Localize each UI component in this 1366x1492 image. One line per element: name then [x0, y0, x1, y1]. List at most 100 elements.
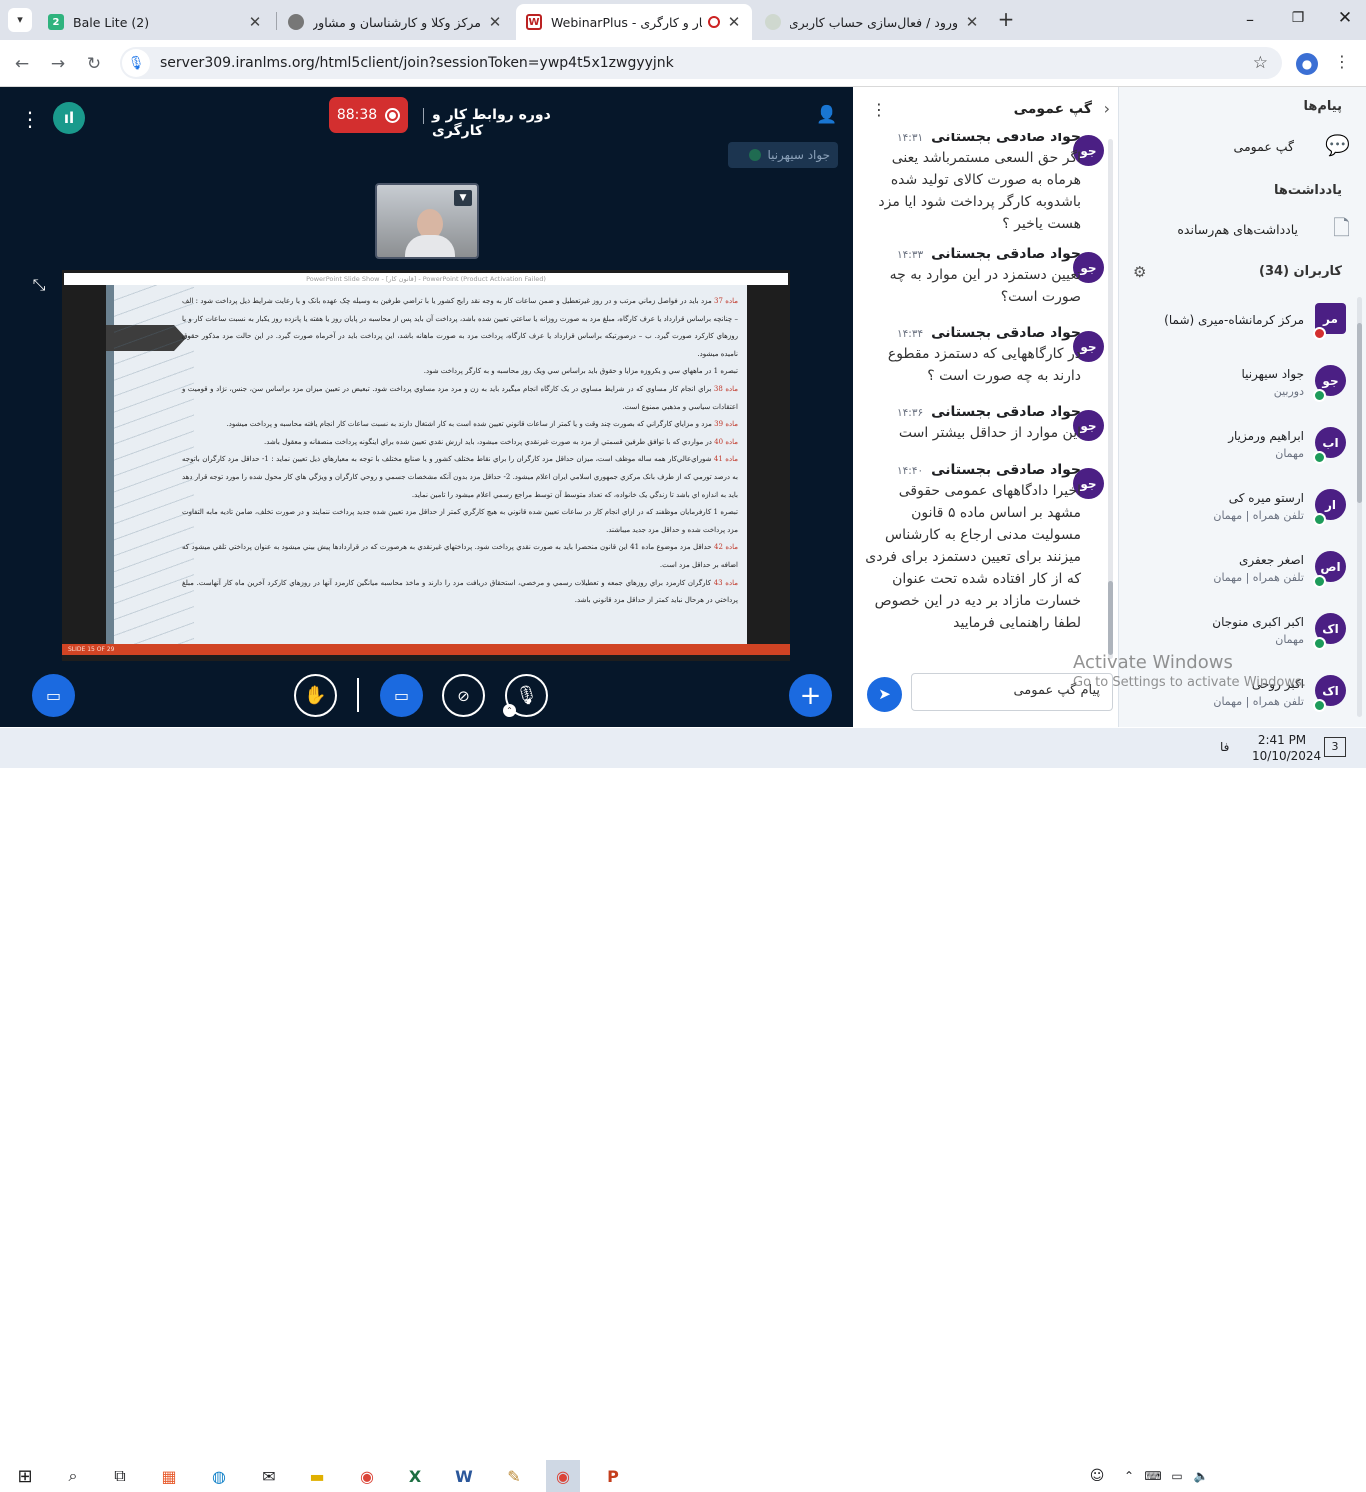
slide-canvas: ماده 37 مزد بايد در فواصل زماني مرتب و د… — [106, 285, 747, 645]
url-field[interactable]: 🎙 server309.iranlms.org/html5client/join… — [120, 47, 1282, 79]
new-tab-button[interactable]: + — [994, 8, 1018, 32]
audio-status-icon — [1313, 637, 1326, 650]
close-window-icon[interactable]: ✕ — [1333, 8, 1357, 30]
webcam-menu-icon[interactable]: ▼ — [454, 190, 472, 206]
browser-tab-bar: ▾ 2 Bale Lite (2) ✕ مرکز وکلا و کارشناسا… — [0, 0, 1366, 40]
chat-header: ⋮ گپ عمومی › — [853, 87, 1118, 133]
site-info-icon[interactable]: 🎙 — [122, 49, 150, 77]
restore-icon[interactable]: ❐ — [1286, 10, 1310, 30]
fullscreen-exit-icon[interactable]: ⤡ — [30, 275, 48, 294]
timer-text: 88:38 — [336, 107, 378, 123]
task-view-icon[interactable]: ⧉ — [103, 1460, 137, 1492]
site-icon — [765, 14, 781, 30]
chevron-right-icon[interactable]: › — [1104, 99, 1110, 118]
chat-panel: ⋮ گپ عمومی › جو جواد صادقی بجستانی۱۴:۳۱ اگ… — [853, 87, 1118, 727]
profile-icon[interactable]: ● — [1296, 53, 1318, 75]
article-label: ماده 43 — [713, 578, 738, 587]
globe-icon — [288, 14, 304, 30]
users-heading: کاربران (34) — [1259, 264, 1342, 279]
presentation-toggle-button[interactable]: ▭ — [380, 674, 423, 717]
add-action-button[interactable]: + — [789, 674, 832, 717]
bale-icon: 2 — [48, 14, 64, 30]
back-icon[interactable]: ← — [10, 52, 34, 76]
chrome-active-icon[interactable]: ◉ — [546, 1460, 580, 1492]
slide-paragraph: تبصره 1 در ماههاي سي و يکروزه مزايا و حق… — [423, 367, 738, 376]
minimize-icon[interactable]: – — [1238, 10, 1262, 30]
actions-button[interactable]: ▭ — [32, 674, 75, 717]
camera-button[interactable]: ⊘ — [442, 674, 485, 717]
notifications-icon[interactable]: 3 — [1324, 737, 1346, 757]
word-icon[interactable]: W — [447, 1460, 481, 1492]
clock[interactable]: 2:41 PM 10/10/2024 — [1252, 732, 1321, 764]
tab-login[interactable]: ورود / فعال‌سازی حساب کاربری - ✕ — [755, 4, 990, 40]
recording-timer-button[interactable]: 88:38 — [329, 97, 408, 133]
title-separator — [423, 108, 424, 124]
audio-status-icon — [1313, 513, 1326, 526]
webinar-icon: W — [526, 14, 542, 30]
edge-icon[interactable]: ◍ — [202, 1460, 236, 1492]
chat-bubble-icon: 💬 — [1325, 133, 1350, 157]
webcam-tile[interactable]: ▼ — [375, 183, 479, 259]
public-chat-item[interactable]: 💬 گپ عمومی — [1118, 129, 1366, 165]
article-label: ماده 41 — [713, 455, 738, 464]
user-role: مهمان — [1275, 447, 1304, 460]
chrome-icon[interactable]: ◉ — [350, 1460, 384, 1492]
tab-webinarplus[interactable]: W WebinarPlus - کار و کارگری ✕ — [516, 4, 752, 40]
message-author: جواد صادقی بجستانی — [931, 133, 1081, 145]
volume-icon[interactable]: 🔈 — [1184, 1460, 1218, 1492]
start-button[interactable]: ⊞ — [8, 1460, 42, 1492]
message-time: ۱۴:۳۳ — [897, 249, 924, 261]
user-list-item[interactable]: اص اصغر جعفری تلفن همراه | مهمان — [1118, 547, 1346, 597]
slide-footer-bar: SLIDE 15 OF 29 — [62, 644, 790, 655]
user-sidebar: پیام‌ها 💬 گپ عمومی یادداشت‌ها 🗋 یادداشت‌… — [1118, 87, 1366, 727]
close-tab-icon[interactable]: ✕ — [487, 13, 503, 31]
audio-status-icon — [1313, 389, 1326, 402]
search-icon[interactable]: ⌕ — [56, 1460, 90, 1492]
options-menu-icon[interactable]: ⋮ — [20, 107, 40, 131]
reload-icon[interactable]: ↻ — [82, 52, 106, 76]
paint-icon[interactable]: ✎ — [497, 1460, 531, 1492]
slide-paragraph: ماده 42 حداقل مزد موضوع ماده 41 اين قانو… — [182, 543, 738, 569]
user-list-item[interactable]: اب ابراهیم ورمزیار مهمان — [1118, 423, 1346, 473]
user-list-item[interactable]: ار ارستو میره کی تلفن همراه | مهمان — [1118, 485, 1346, 535]
audio-status-icon — [1313, 699, 1326, 712]
presentation-bar — [0, 664, 853, 727]
file-explorer-icon[interactable]: ▬ — [300, 1460, 334, 1492]
chat-send-button[interactable]: ➤ — [867, 677, 902, 712]
users-settings-icon[interactable]: ⚙ — [1133, 263, 1146, 281]
screen-share-icon: ▭ — [45, 686, 62, 705]
messages-heading: پیام‌ها — [1303, 99, 1343, 114]
mail-icon[interactable]: ✉ — [252, 1460, 286, 1492]
store-icon[interactable]: ▦ — [152, 1460, 186, 1492]
mic-off-icon: 🎙 — [515, 685, 538, 706]
user-list-item[interactable]: جو جواد سیهرنیا دوربین — [1118, 361, 1346, 411]
language-indicator[interactable]: فا — [1220, 740, 1229, 754]
close-tab-icon[interactable]: ✕ — [964, 13, 980, 31]
close-tab-icon[interactable]: ✕ — [247, 13, 263, 31]
chat-message-list: جو جواد صادقی بجستانی۱۴:۳۱ اگر حق السعی مس… — [853, 133, 1118, 657]
talking-indicator — [749, 149, 762, 161]
message-author: جواد صادقی بجستانی — [931, 246, 1081, 262]
excel-icon[interactable]: X — [398, 1460, 432, 1492]
powerpoint-icon[interactable]: P — [596, 1460, 630, 1492]
recording-indicator-icon — [708, 16, 720, 28]
forward-icon[interactable]: → — [46, 52, 70, 76]
slide-paragraph: ماده 37 مزد بايد در فواصل زماني مرتب و د… — [182, 297, 738, 358]
browser-menu-icon[interactable]: ⋮ — [1334, 52, 1350, 76]
app-logo-icon[interactable]: ıl — [53, 102, 85, 134]
bookmark-star-icon[interactable]: ☆ — [1253, 53, 1268, 73]
chat-options-icon[interactable]: ⋮ — [871, 100, 887, 119]
user-role: تلفن همراه | مهمان — [1213, 571, 1304, 584]
shared-notes-item[interactable]: 🗋 یادداشت‌های هم‌رسانده — [1118, 212, 1366, 248]
tab-search-button[interactable]: ▾ — [8, 8, 32, 32]
tab-lawyers-center[interactable]: مرکز وکلا و کارشناسان و مشاوران ✕ — [278, 4, 513, 40]
close-tab-icon[interactable]: ✕ — [726, 13, 742, 31]
user-list-item[interactable]: مر مرکز کرمانشاه-میری (شما) — [1118, 299, 1346, 349]
activate-windows-watermark: Activate Windows Go to Settings to activ… — [1073, 652, 1306, 690]
raise-hand-button[interactable]: ✋ — [294, 674, 337, 717]
users-toggle-icon[interactable]: 👤 — [815, 105, 839, 129]
tab-bale[interactable]: 2 Bale Lite (2) ✕ — [38, 4, 273, 40]
user-role: مهمان — [1275, 633, 1304, 646]
people-icon[interactable]: ☺ — [1080, 1460, 1114, 1492]
audio-settings-dot[interactable]: ⌃ — [503, 704, 516, 717]
